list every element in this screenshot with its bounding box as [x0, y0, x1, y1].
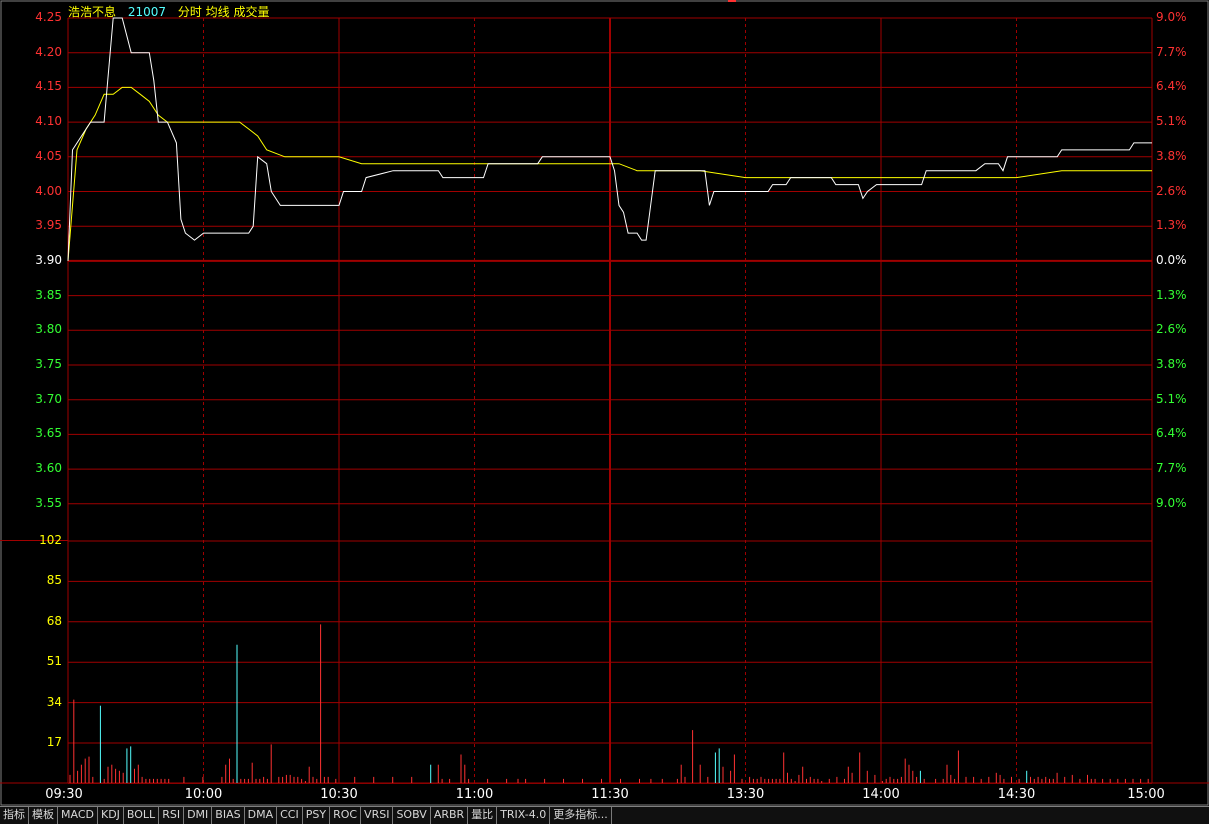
percent-tick-label: 2.6%: [1156, 183, 1187, 198]
indicator-tab[interactable]: RSI: [159, 807, 185, 824]
indicator-tab[interactable]: BIAS: [212, 807, 245, 824]
percent-tick-label: 2.6%: [1156, 322, 1187, 337]
time-tick-label: 11:30: [591, 787, 629, 802]
volume-tick-label: 68: [46, 613, 62, 628]
stock-code: 21007: [127, 5, 167, 19]
indicator-tab[interactable]: SOBV: [393, 807, 431, 824]
chart-labels: 分时 均线 成交量: [177, 5, 270, 19]
percent-tick-label: 5.1%: [1156, 391, 1187, 406]
price-tick-label: 4.20: [35, 44, 62, 59]
percent-tick-label: 9.0%: [1156, 495, 1187, 510]
price-tick-label: 3.65: [35, 426, 62, 441]
indicator-tab[interactable]: VRSI: [361, 807, 394, 824]
percent-tick-label: 1.3%: [1156, 287, 1187, 302]
percent-tick-label: 9.0%: [1156, 10, 1187, 24]
percent-tick-label: 7.7%: [1156, 44, 1187, 59]
indicator-tab[interactable]: 模板: [29, 807, 58, 824]
time-tick-label: 10:00: [184, 787, 223, 802]
time-tick-label: 13:30: [726, 787, 765, 802]
indicator-tab[interactable]: BOLL: [124, 807, 160, 824]
price-tick-label: 3.55: [35, 495, 62, 510]
price-tick-label: 4.05: [35, 148, 62, 163]
price-tick-label: 3.85: [35, 287, 62, 302]
price-tick-label: 3.90: [35, 252, 62, 267]
price-tick-label: 3.80: [35, 322, 62, 337]
indicator-tab[interactable]: ARBR: [431, 807, 469, 824]
percent-tick-label: 0.0%: [1156, 252, 1187, 267]
indicator-tab[interactable]: TRIX-4.0: [497, 807, 551, 824]
percent-tick-label: 3.8%: [1156, 148, 1187, 163]
price-tick-label: 3.60: [35, 461, 62, 476]
volume-tick-label: 34: [46, 694, 62, 709]
price-tick-label: 4.10: [35, 114, 62, 129]
indicator-tab[interactable]: 更多指标...: [550, 807, 612, 824]
indicator-tab[interactable]: CCI: [277, 807, 303, 824]
price-tick-label: 3.75: [35, 357, 62, 371]
indicator-tab[interactable]: 量比: [468, 807, 498, 824]
price-tick-label: 4.25: [35, 10, 62, 24]
indicator-tab[interactable]: MACD: [58, 807, 98, 824]
top-marker: [728, 0, 736, 2]
percent-tick-label: 5.1%: [1156, 114, 1187, 129]
chart-header: 浩浩不息 21007 分时 均线 成交量: [68, 3, 278, 19]
price-tick-label: 3.70: [35, 391, 62, 406]
indicator-tab[interactable]: 指标: [0, 807, 29, 824]
volume-tick-label: 85: [46, 573, 62, 588]
time-tick-label: 14:30: [997, 787, 1036, 802]
volume-tick-label: 17: [46, 735, 62, 749]
indicator-tab[interactable]: DMA: [245, 807, 278, 824]
percent-tick-label: 3.8%: [1156, 357, 1187, 371]
indicator-tab-bar: 指标 模板 MACD KDJ BOLL RSI DMI BIAS DMA CCI PSY ROC VRS…: [0, 806, 1209, 824]
indicator-tab[interactable]: PSY: [303, 807, 331, 824]
volume-tick-label: 51: [46, 654, 62, 669]
price-tick-label: 4.15: [35, 79, 62, 94]
time-tick-label: 11:00: [455, 787, 494, 802]
percent-tick-label: 7.7%: [1156, 461, 1187, 476]
percent-tick-label: 6.4%: [1156, 79, 1187, 94]
indicator-tab[interactable]: ROC: [330, 807, 362, 824]
time-tick-label: 14:00: [862, 787, 900, 802]
price-tick-label: 3.95: [35, 218, 62, 233]
time-tick-label: 09:30: [45, 787, 83, 802]
indicator-tab[interactable]: KDJ: [98, 807, 124, 824]
stock-name: 浩浩不息: [68, 5, 117, 19]
time-tick-label: 10:30: [320, 787, 358, 802]
price-tick-label: 4.00: [35, 183, 62, 198]
chart-canvas: [0, 0, 1209, 806]
percent-tick-label: 1.3%: [1156, 218, 1187, 233]
percent-tick-label: 6.4%: [1156, 426, 1187, 441]
volume-tick-label: 102: [39, 533, 62, 547]
indicator-tab[interactable]: DMI: [184, 807, 213, 824]
time-tick-label: 15:00: [1127, 787, 1165, 802]
